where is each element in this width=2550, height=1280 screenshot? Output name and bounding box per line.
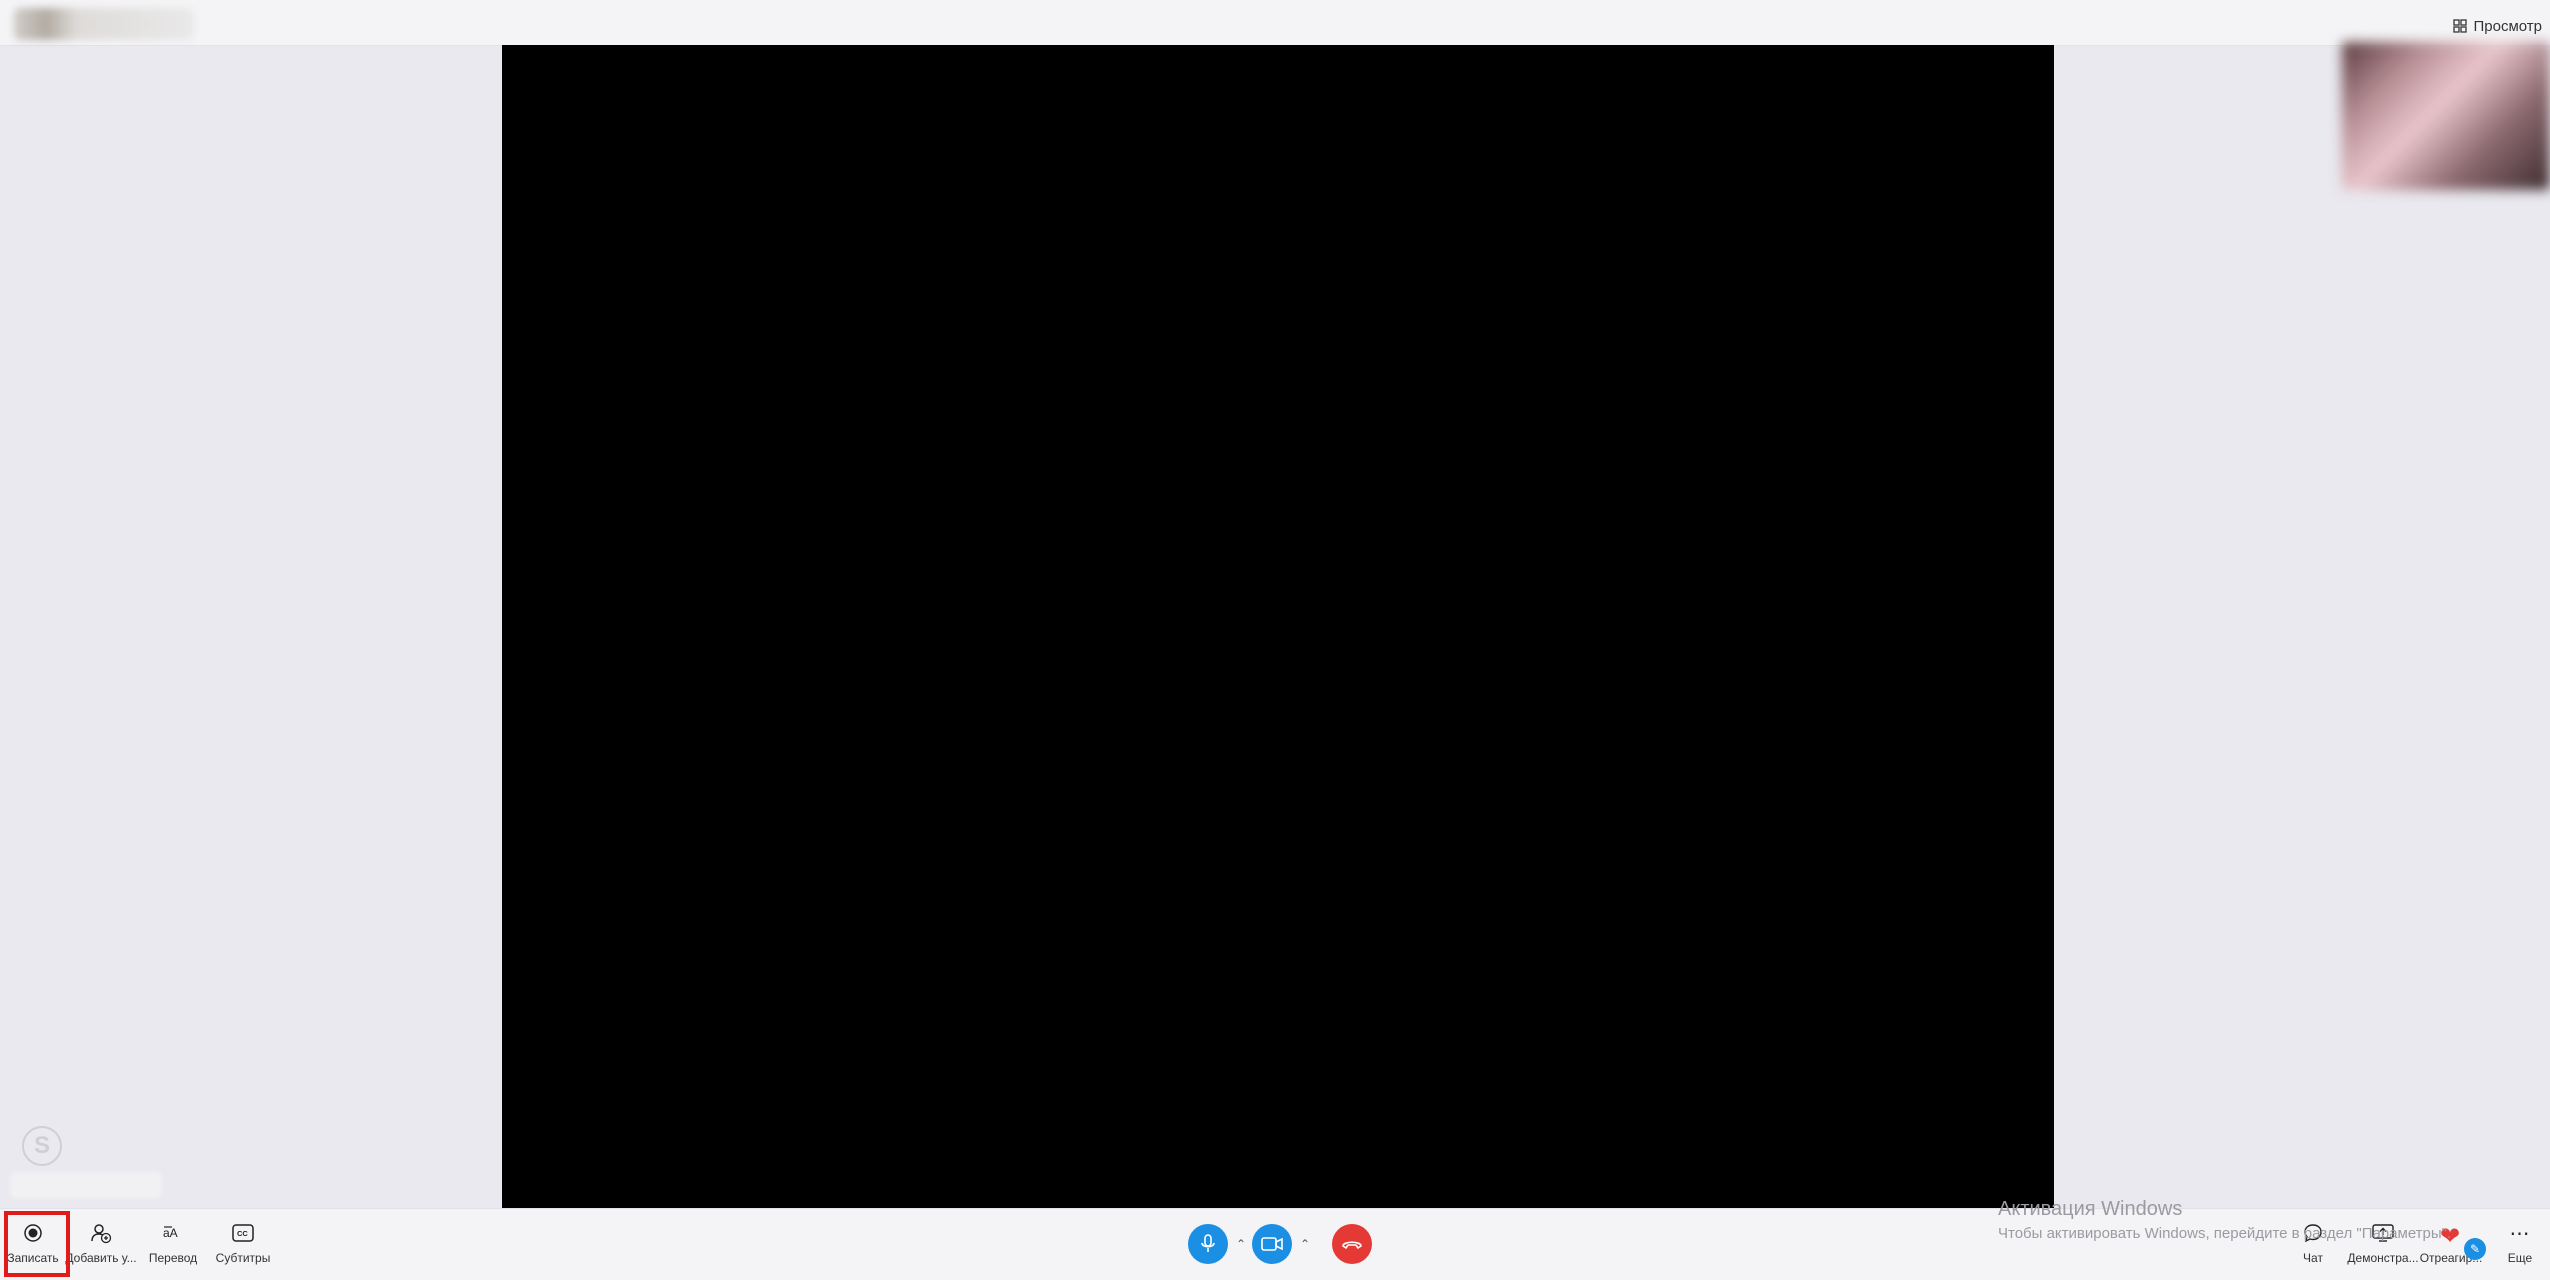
more-button[interactable]: ⋯ Еще [2490, 1219, 2550, 1275]
heart-icon: ❤ [2440, 1223, 2461, 1250]
subtitles-label: Субтитры [215, 1251, 271, 1265]
add-people-label: Добавить у... [65, 1251, 137, 1265]
skype-logo: S [22, 1126, 62, 1166]
subtitles-button[interactable]: CC Субтитры [210, 1219, 276, 1275]
closed-captions-icon: CC [232, 1224, 254, 1242]
share-screen-icon [2372, 1224, 2394, 1242]
blurred-status [10, 1172, 162, 1198]
more-label: Еще [2507, 1251, 2533, 1265]
top-bar: Просмотр [0, 0, 2550, 46]
translate-label: Перевод [148, 1251, 198, 1265]
microphone-icon [1201, 1234, 1215, 1252]
record-button[interactable]: Записать [0, 1219, 66, 1275]
more-dots-icon: ⋯ [2509, 1222, 2531, 1245]
mic-options-chevron[interactable]: ⌃ [1232, 1224, 1250, 1264]
svg-text:aA: aA [163, 1226, 178, 1240]
translate-icon: aA [163, 1226, 178, 1240]
hangup-icon [1342, 1241, 1362, 1249]
mic-toggle-button[interactable] [1188, 1224, 1228, 1264]
svg-text:CC: CC [237, 1229, 248, 1238]
translate-button[interactable]: aA Перевод [140, 1219, 206, 1275]
share-label: Демонстра... [2347, 1251, 2419, 1265]
add-person-icon [91, 1224, 112, 1244]
add-people-button[interactable]: Добавить у... [65, 1219, 137, 1275]
grid-icon [2453, 19, 2468, 33]
record-icon [24, 1224, 42, 1242]
remote-video [502, 45, 2054, 1208]
call-toolbar: Записать Добавить у... aA Перевод CC Суб… [0, 1208, 2550, 1280]
chevron-up-icon: ⌃ [1235, 1237, 1247, 1251]
camera-toggle-button[interactable] [1252, 1224, 1292, 1264]
chat-button[interactable]: Чат [2280, 1219, 2346, 1275]
chevron-up-icon: ⌃ [1299, 1237, 1311, 1251]
caller-info-blurred[interactable] [14, 8, 194, 40]
view-label: Просмотр [2473, 17, 2542, 35]
chat-icon [2304, 1224, 2322, 1243]
chat-label: Чат [2303, 1251, 2323, 1265]
camera-icon [1261, 1237, 1283, 1251]
hangup-button[interactable] [1332, 1224, 1372, 1264]
view-button[interactable]: Просмотр [2453, 14, 2542, 38]
edit-badge-icon: ✎ [2464, 1238, 2486, 1260]
record-label: Записать [7, 1251, 59, 1265]
self-video-preview[interactable] [2342, 42, 2550, 190]
share-screen-button[interactable]: Демонстра... [2347, 1219, 2419, 1275]
camera-options-chevron[interactable]: ⌃ [1296, 1224, 1314, 1264]
